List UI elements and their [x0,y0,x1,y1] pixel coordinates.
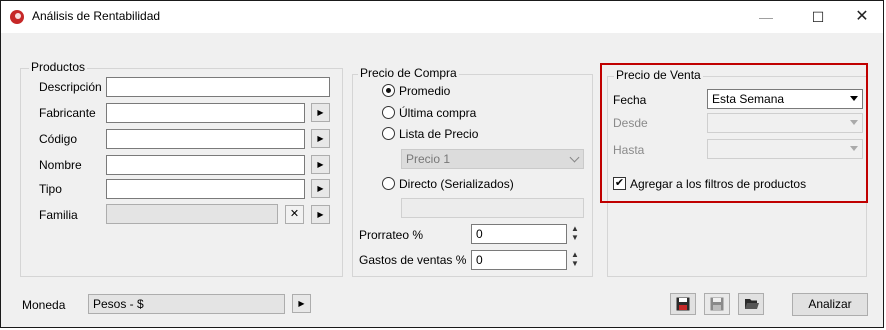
tipo-label: Tipo [39,182,62,196]
tipo-input[interactable] [106,179,305,199]
familia-label: Familia [39,208,78,222]
precio-compra-group [352,74,593,277]
ultima-compra-label[interactable]: Última compra [399,106,476,120]
minimize-icon[interactable]: — [743,1,789,33]
directo-label[interactable]: Directo (Serializados) [399,177,514,191]
hasta-select[interactable] [707,139,863,159]
chevron-down-icon [850,120,858,125]
spin-up-icon[interactable]: ▲ [569,224,581,233]
spin-down-icon[interactable]: ▼ [569,259,581,268]
prorrateo-spinner[interactable]: ▲ ▼ [569,224,581,244]
familia-input[interactable] [106,204,278,224]
familia-browse-button[interactable]: ▶ [311,205,330,224]
ultima-compra-radio[interactable] [382,106,395,119]
codigo-input[interactable] [106,129,305,149]
promedio-radio[interactable] [382,84,395,97]
fecha-value: Esta Semana [712,92,785,106]
tipo-browse-button[interactable]: ▶ [311,179,330,198]
codigo-label: Código [39,132,78,146]
desde-label: Desde [613,116,648,130]
gastos-spinner[interactable]: ▲ ▼ [569,250,581,270]
codigo-browse-button[interactable]: ▶ [311,129,330,148]
save-as-icon [710,297,724,311]
moneda-input[interactable]: Pesos - $ [88,294,285,314]
fecha-select[interactable]: Esta Semana [707,89,863,109]
scrollbar-track[interactable] [875,33,883,327]
nombre-label: Nombre [39,158,82,172]
app-window: Análisis de Rentabilidad — ☐ ✕ Productos… [0,0,884,328]
familia-clear-button[interactable]: ✕ [285,205,304,224]
save-icon [676,297,690,311]
gastos-input[interactable]: 0 [471,250,567,270]
lista-precio-label[interactable]: Lista de Precio [399,127,478,141]
fabricante-browse-button[interactable]: ▶ [311,103,330,122]
descripcion-input[interactable] [106,77,330,97]
lista-precio-select[interactable]: Precio 1 [401,149,584,169]
desde-select[interactable] [707,113,863,133]
lista-precio-value: Precio 1 [406,152,451,166]
maximize-icon[interactable]: ☐ [795,1,841,33]
fabricante-label: Fabricante [39,106,96,120]
spin-up-icon[interactable]: ▲ [569,250,581,259]
save-button[interactable] [670,293,696,315]
fecha-label: Fecha [613,93,647,107]
window-title: Análisis de Rentabilidad [32,9,161,23]
gastos-label: Gastos de ventas % [359,253,467,267]
productos-group-label: Productos [29,60,88,74]
prorrateo-input[interactable]: 0 [471,224,567,244]
agregar-filtros-checkbox[interactable]: ✔ [613,177,626,190]
moneda-label: Moneda [22,298,66,312]
fabricante-input[interactable] [106,103,305,123]
moneda-browse-button[interactable]: ▶ [292,294,311,313]
agregar-filtros-label[interactable]: Agregar a los filtros de productos [630,177,806,191]
chevron-down-icon [569,152,580,163]
save-as-button[interactable] [704,293,730,315]
directo-radio[interactable] [382,177,395,190]
promedio-label[interactable]: Promedio [399,84,450,98]
precio-compra-group-label: Precio de Compra [358,66,459,80]
close-icon[interactable]: ✕ [839,1,883,33]
lista-precio-radio[interactable] [382,127,395,140]
descripcion-label: Descripción [39,80,102,94]
nombre-browse-button[interactable]: ▶ [311,155,330,174]
hasta-label: Hasta [613,143,645,157]
app-icon [10,10,24,24]
directo-input[interactable] [401,198,584,218]
title-bar: Análisis de Rentabilidad — ☐ ✕ [1,1,883,33]
analizar-button[interactable]: Analizar [792,293,868,316]
spin-down-icon[interactable]: ▼ [569,233,581,242]
open-button[interactable] [738,293,764,315]
open-folder-icon [745,299,759,309]
prorrateo-label: Prorrateo % [359,228,424,242]
nombre-input[interactable] [106,155,305,175]
chevron-down-icon [850,146,858,151]
chevron-down-icon [850,96,858,101]
